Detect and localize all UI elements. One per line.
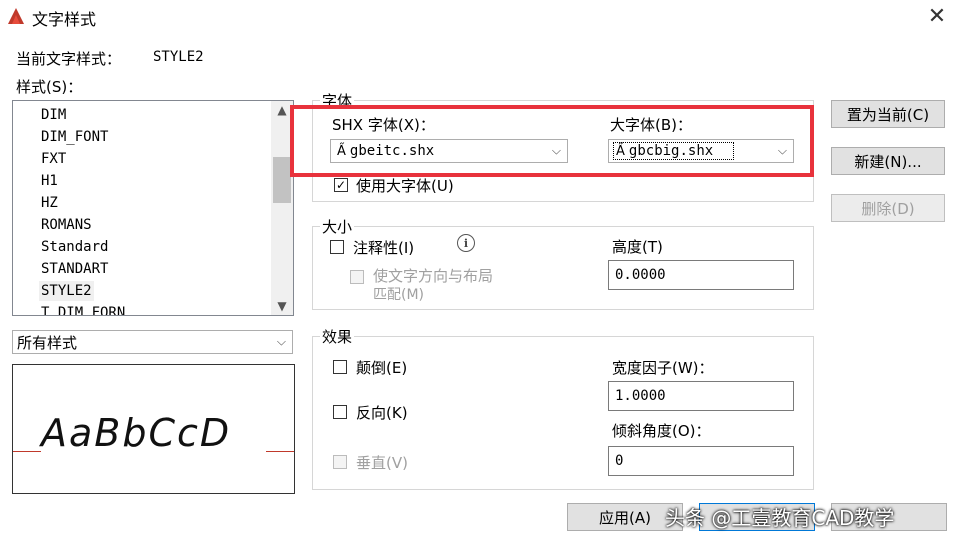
set-current-button[interactable]: 置为当前(C) [831,100,945,128]
backwards-label: 反向(K) [356,404,408,422]
height-label: 高度(T) [612,238,663,256]
title-bar: 文字样式 ✕ [0,0,960,32]
preview-sample-text: AaBbCcD [41,411,232,455]
close-icon[interactable]: ✕ [920,2,954,30]
width-factor-label: 宽度因子(W)： [612,359,714,377]
match-layout-label-1: 使文字方向与布局 [373,267,494,285]
height-input[interactable]: 0.0000 [608,260,794,290]
current-style-label: 当前文字样式： [16,50,122,68]
match-layout-checkbox[interactable] [350,270,364,284]
styles-label: 样式(S)： [16,78,83,96]
new-style-button[interactable]: 新建(N)... [831,147,945,175]
match-layout-label-2: 匹配(M) [373,287,425,303]
watermark-text: 头条 @工壹教育CAD教学 [665,506,895,530]
size-group-label: 大小 [320,216,355,237]
use-bigfont-checkbox[interactable]: ✓ [334,178,348,192]
list-item[interactable]: HZ [39,193,60,213]
vertical-label: 垂直(V) [356,454,408,472]
oblique-angle-label: 倾斜角度(O)： [612,422,711,440]
scroll-down-icon[interactable]: ▼ [271,297,293,315]
delete-style-button[interactable]: 删除(D) [831,194,945,222]
effects-group-label: 效果 [320,326,355,347]
list-item[interactable]: STANDART [39,259,110,279]
list-item-selected[interactable]: STYLE2 [39,281,94,301]
autocad-app-icon [8,8,24,24]
chevron-down-icon: ⌵ [276,334,286,349]
upside-down-checkbox[interactable] [333,360,347,374]
oblique-angle-input[interactable]: 0 [608,446,794,476]
list-item[interactable]: DIM_FONT [39,127,110,147]
styles-listbox[interactable]: DIM DIM_FONT FXT H1 HZ ROMANS Standard S… [12,100,294,316]
width-factor-input[interactable]: 1.0000 [608,381,794,411]
window-title: 文字样式 [32,10,97,29]
backwards-checkbox[interactable] [333,405,347,419]
list-item[interactable]: FXT [39,149,68,169]
style-filter-combo[interactable]: 所有样式 ⌵ [12,330,293,354]
upside-down-label: 颠倒(E) [356,359,408,377]
list-item[interactable]: ROMANS [39,215,94,235]
list-item[interactable]: T_DIM_FORN [39,303,127,315]
info-icon[interactable]: i [457,234,475,252]
use-bigfont-label: 使用大字体(U) [356,177,454,195]
annotative-label: 注释性(I) [353,239,415,257]
current-style-value: STYLE2 [153,49,204,65]
preview-pane: AaBbCcD [12,364,295,494]
scroll-thumb[interactable] [273,157,291,203]
vertical-checkbox[interactable] [333,455,347,469]
annotative-checkbox[interactable] [330,240,344,254]
highlight-frame [290,105,814,177]
style-filter-value: 所有样式 [17,333,78,352]
preview-baseline-right [266,451,294,452]
list-item[interactable]: H1 [39,171,60,191]
preview-baseline-left [13,451,41,452]
list-item[interactable]: DIM [39,105,68,125]
list-item[interactable]: Standard [39,237,110,257]
